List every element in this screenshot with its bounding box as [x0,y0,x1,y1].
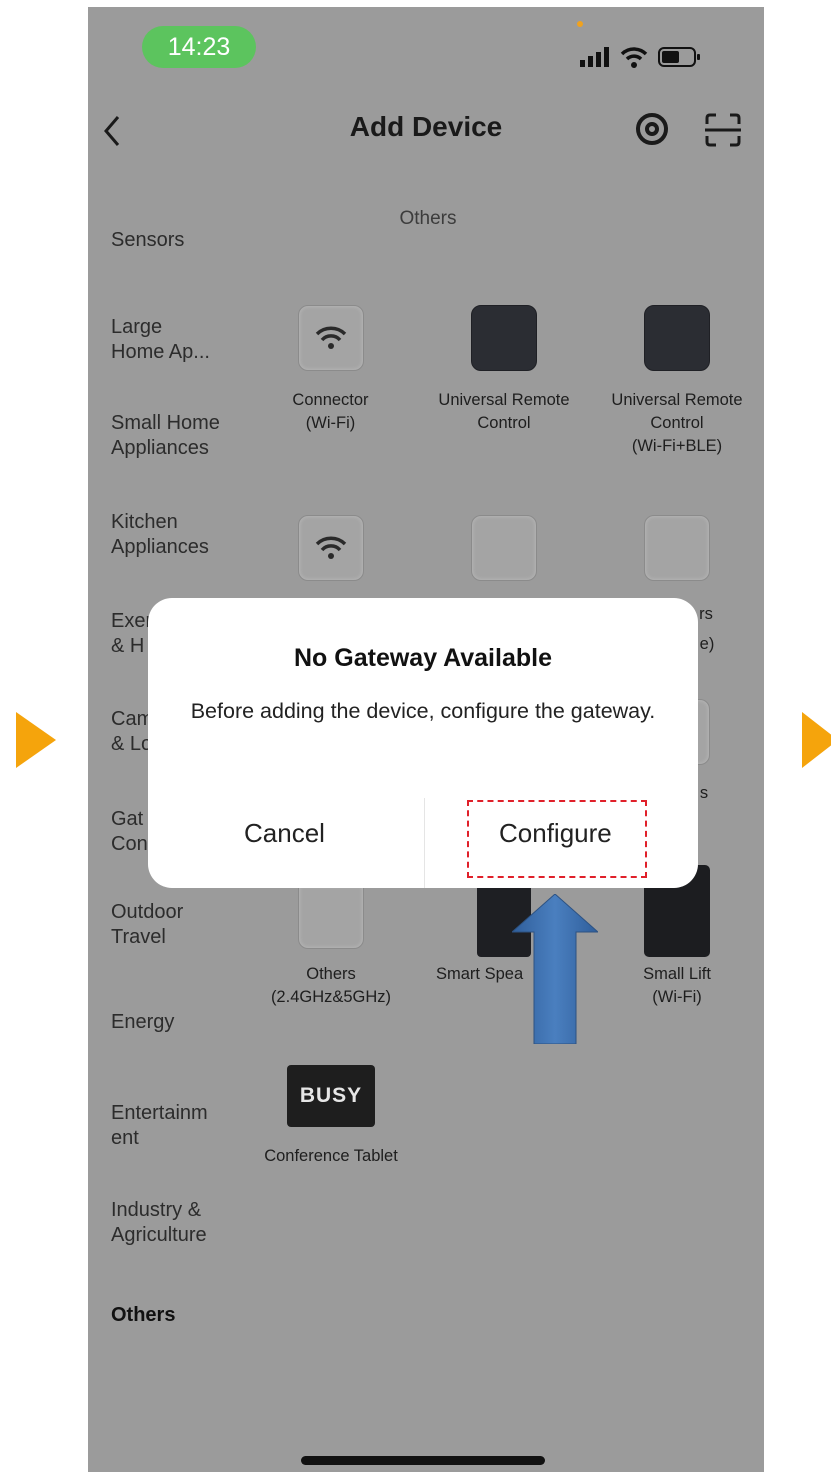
dialog-title: No Gateway Available [294,644,552,672]
device-label-partial-rs[interactable]: rs [696,603,716,626]
sidebar-item-energy[interactable]: Energy [111,1010,241,1035]
sidebar-item-outdoor-travel[interactable]: Outdoor Travel [111,900,241,950]
pointer-arrow-icon [512,894,598,1044]
wifi-icon [315,536,347,559]
device-label-others[interactable]: Others (2.4GHz&5GHz) [238,963,424,1009]
sidebar-item-others[interactable]: Others [111,1303,241,1328]
section-title: Others [399,208,457,229]
configure-highlight-box [467,800,647,878]
dialog-button-divider [424,798,425,888]
wifi-device-icon[interactable] [298,515,364,581]
dialog-message: Before adding the device, configure the … [190,699,656,723]
home-indicator[interactable] [301,1456,545,1465]
device-label-small-lift[interactable]: Small Lift (Wi-Fi) [610,963,744,1009]
universal-remote-device-icon[interactable] [471,305,537,371]
universal-remote-ble-device-icon[interactable] [644,305,710,371]
cancel-button[interactable]: Cancel [244,818,325,849]
wifi-icon [315,326,347,349]
device-label-partial-e[interactable]: e) [696,633,718,656]
device-label-partial-s[interactable]: s [696,782,712,805]
status-time: 14:23 [142,26,256,68]
signal-icon [580,47,609,67]
device-label-universal-remote[interactable]: Universal Remote Control [424,389,584,435]
sidebar-item-sensors[interactable]: Sensors [111,228,241,253]
device-label-universal-remote-ble[interactable]: Universal Remote Control (Wi-Fi+BLE) [594,389,760,458]
battery-icon [658,47,700,67]
sidebar-item-industry-agriculture[interactable]: Industry & Agriculture [111,1198,241,1248]
others-device-icon[interactable] [298,885,364,949]
status-icons [580,43,700,71]
at-icon[interactable] [634,111,670,147]
step-arrow-right [802,712,831,768]
wifi-status-icon [620,47,648,68]
device-icon[interactable] [471,515,537,581]
scan-icon[interactable] [703,112,743,148]
privacy-indicator-dot [577,21,583,27]
conference-tablet-icon[interactable]: BUSY [287,1065,375,1127]
device-label-conference-tablet[interactable]: Conference Tablet [241,1145,421,1168]
device-icon[interactable] [644,515,710,581]
sidebar-item-small-home-appliances[interactable]: Small Home Appliances [111,411,241,461]
sidebar-item-kitchen-appliances[interactable]: Kitchen Appliances [111,510,241,560]
connector-device-icon[interactable] [298,305,364,371]
sidebar-item-entertainment[interactable]: Entertainm ent [111,1101,241,1151]
sidebar-item-large-home-appliances[interactable]: Large Home Ap... [111,315,241,365]
device-label-connector[interactable]: Connector (Wi-Fi) [258,389,403,435]
step-arrow-left [16,712,56,768]
